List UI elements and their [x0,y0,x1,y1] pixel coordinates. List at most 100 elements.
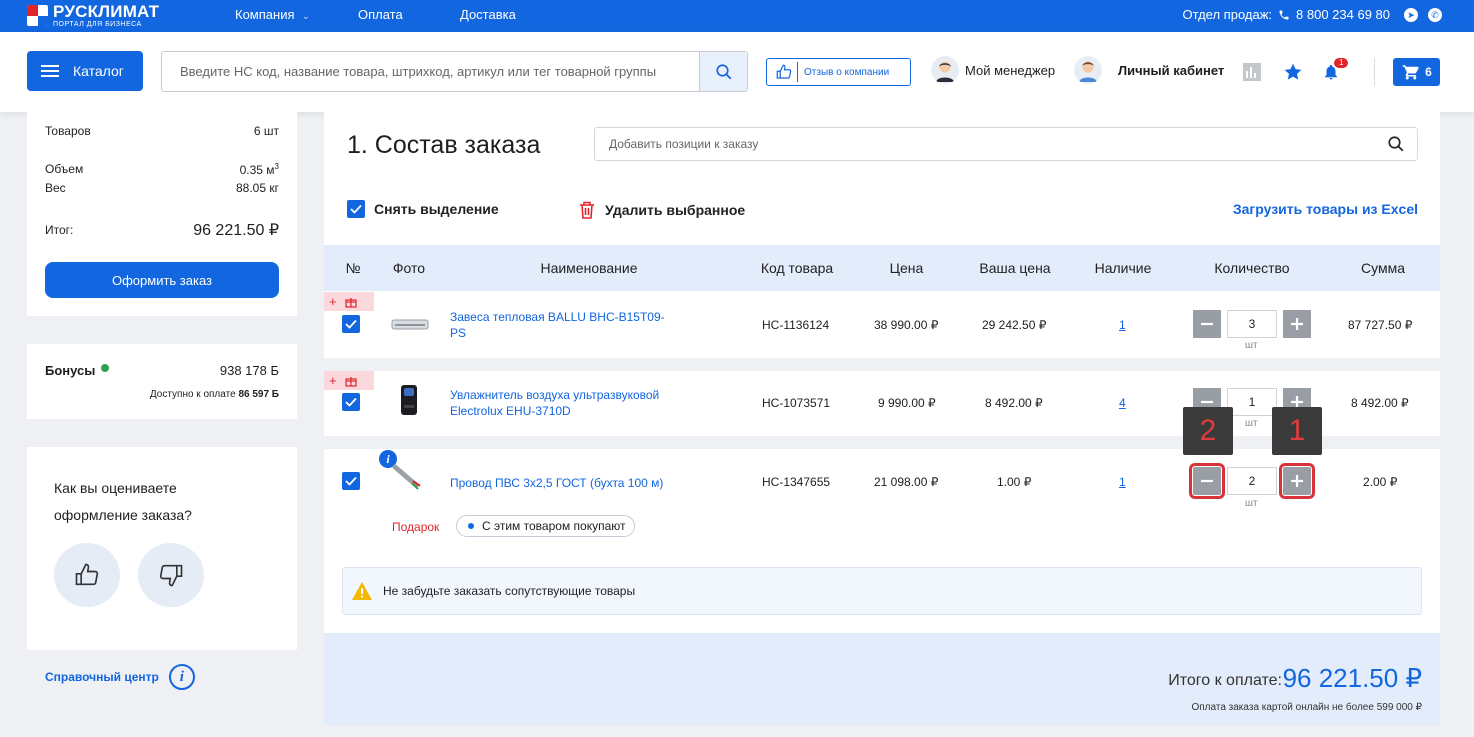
table-row: + Завеса тепловая BALLU BHC-B15T09-PS НС… [324,292,1440,358]
weight-value: 88.05 кг [236,181,279,195]
product-photo[interactable] [392,463,422,491]
review-label: Отзыв о компании [804,66,890,78]
bought-together-label: С этим товаром покупают [482,519,626,533]
personal-account[interactable]: Личный кабинет [1074,56,1224,84]
delete-selected[interactable]: Удалить выбранное [578,200,745,220]
sales-phone[interactable]: 8 800 234 69 80 [1296,7,1390,22]
quantity-input[interactable]: 3 [1227,310,1277,338]
product-photo[interactable] [391,316,429,332]
phone-icon [1279,10,1289,19]
row-checkbox[interactable] [342,393,360,411]
gift-label[interactable]: Подарок [392,520,439,534]
place-order-button[interactable]: Оформить заказ [45,262,279,298]
weight-label: Вес [45,181,66,195]
marker-minus: 2 [1183,407,1233,455]
header-divider [1374,58,1375,86]
summary-volume: Объем 0.35 м3 [45,162,279,177]
catalog-label: Каталог [73,63,124,79]
bought-together-pill[interactable]: С этим товаром покупают [456,515,636,537]
quantity-input[interactable]: 1 [1227,388,1277,416]
star-icon[interactable] [1283,62,1303,82]
product-price: 38 990.00 ₽ [874,318,939,332]
product-name-link[interactable]: Провод ПВС 3х2,5 ГОСТ (бухта 100 м) [450,475,663,491]
stock-link[interactable]: 4 [1119,396,1126,410]
menu-icon [41,65,59,77]
notice-text: Не забудьте заказать сопутствующие товар… [383,584,636,598]
summary-total: Итог: 96 221.50 ₽ [45,220,279,240]
summary-items: Товаров 6 шт [45,124,279,138]
deselect-all[interactable]: Снять выделение [347,200,499,218]
dislike-button[interactable] [138,543,204,607]
product-price: 21 098.00 ₽ [874,475,939,489]
order-total-bar: Итого к оплате: 96 221.50 ₽ Оплата заказ… [324,633,1440,725]
bonus-info-icon[interactable] [101,363,110,372]
manager-avatar [931,56,959,84]
bonus-available-value: 86 597 Б [238,389,279,400]
thumbs-down-icon [159,564,183,587]
deselect-label: Снять выделение [374,201,499,217]
quantity-stepper: 3 [1193,310,1311,338]
add-items-input[interactable] [595,137,1387,151]
my-manager[interactable]: Мой менеджер [931,56,1055,84]
col-photo: Фото [392,260,426,276]
bonus-available-label: Доступно к оплате [149,389,236,400]
quantity-input[interactable]: 2 [1227,467,1277,495]
rating-panel: Как вы оцениваете оформление заказа? [27,447,297,650]
nav-payment[interactable]: Оплата [358,7,403,22]
checkbox-checked-icon [347,200,365,218]
gift-plus: + [329,294,337,309]
gift-tag[interactable]: + [324,292,374,311]
stock-link[interactable]: 1 [1119,318,1126,332]
load-excel-link[interactable]: Загрузить товары из Excel [1233,201,1418,217]
logo[interactable]: РУСКЛИМАТ ПОРТАЛ ДЛЯ БИЗНЕСА [27,3,159,28]
col-stock: Наличие [1094,260,1152,276]
product-your-price: 1.00 ₽ [997,475,1032,489]
search-icon [715,63,731,79]
decrease-button[interactable] [1189,463,1225,499]
decrease-button[interactable] [1193,310,1221,338]
chart-icon[interactable] [1243,63,1261,81]
product-photo[interactable] [398,383,420,417]
product-name-link[interactable]: Завеса тепловая BALLU BHC-B15T09-PS [450,309,680,341]
quantity-stepper: 2 [1189,463,1315,499]
col-code: Код товара [760,260,834,276]
nav-delivery[interactable]: Доставка [460,7,516,22]
total-label: Итог: [45,223,74,237]
search-bar [161,51,748,92]
search-icon[interactable] [1387,135,1405,153]
user-avatar [1074,56,1102,84]
col-your-price: Ваша цена [979,260,1051,276]
add-items-search [594,127,1418,161]
help-center-link[interactable]: Справочный центр i [45,664,195,690]
rating-question: Как вы оцениваете оформление заказа? [54,480,192,523]
whatsapp-icon[interactable]: ✆ [1428,7,1442,22]
product-your-price: 8 492.00 ₽ [985,396,1043,410]
cart-button[interactable]: 6 [1393,58,1440,86]
catalog-button[interactable]: Каталог [27,51,143,91]
cart-count: 6 [1425,65,1432,79]
total-to-pay-value: 96 221.50 ₽ [1282,663,1422,693]
help-label: Справочный центр [45,670,159,684]
product-price: 9 990.00 ₽ [878,396,936,410]
info-icon: i [168,664,195,690]
marker-plus: 1 [1272,407,1322,455]
product-code: НС-1347655 [762,475,831,489]
gift-icon [344,297,357,308]
notifications[interactable]: 1 [1322,58,1352,84]
telegram-icon[interactable]: ➤ [1404,7,1418,22]
row-checkbox[interactable] [342,315,360,333]
increase-button[interactable] [1279,463,1315,499]
increase-button[interactable] [1283,310,1311,338]
row-checkbox[interactable] [342,472,360,490]
product-name-link[interactable]: Увлажнитель воздуха ультразвуковой Elect… [450,387,690,419]
cart-icon [1402,65,1419,80]
stock-link[interactable]: 1 [1119,475,1126,489]
review-button[interactable]: Отзыв о компании [766,58,911,86]
search-input[interactable] [162,52,699,91]
nav-company[interactable]: Компания ⌄ [235,7,310,22]
like-button[interactable] [54,543,120,607]
bonus-available: Доступно к оплате 86 597 Б [150,389,279,400]
search-button[interactable] [699,52,747,91]
top-bar: РУСКЛИМАТ ПОРТАЛ ДЛЯ БИЗНЕСА Компания ⌄ … [0,0,1474,32]
gift-tag[interactable]: + [324,371,374,390]
